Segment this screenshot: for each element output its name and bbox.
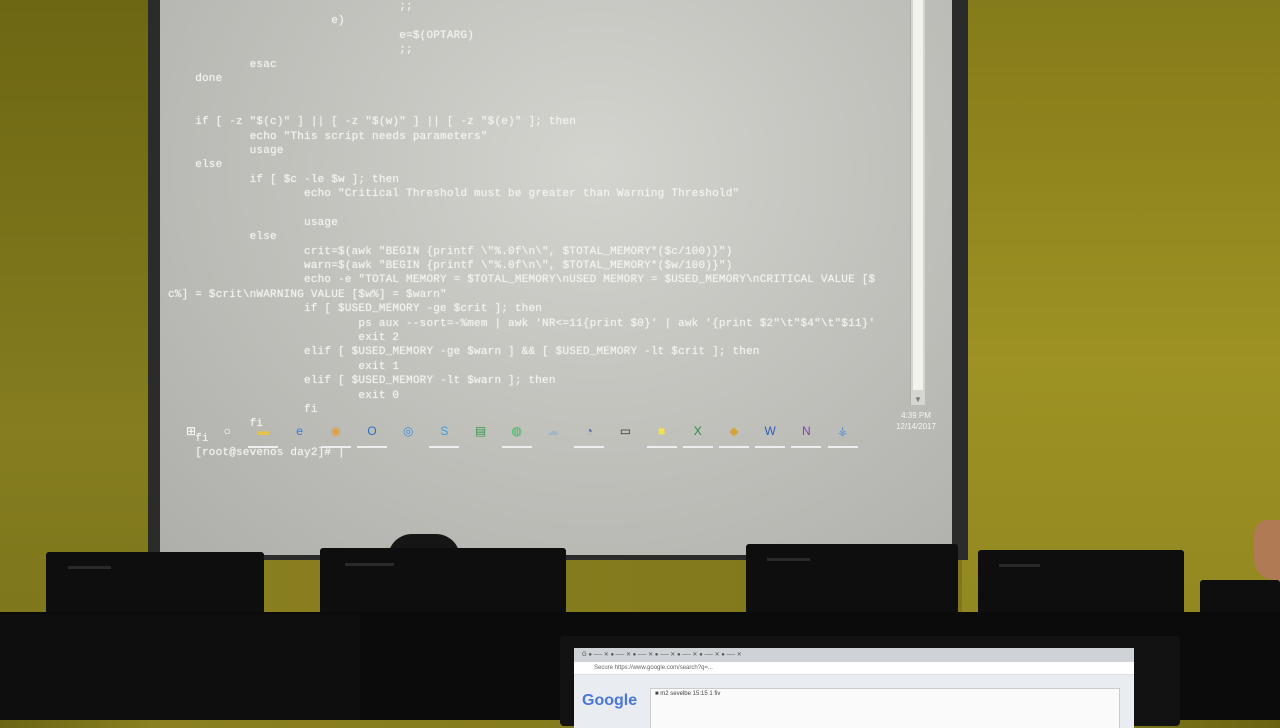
onenote-glyph: N [802,424,811,438]
terminal-line: if [ -z "$(c)" ] || [ -z "$(w)" ] || [ -… [168,116,577,129]
spotify-glyph: ◍ [511,424,523,438]
visio-glyph: ◆ [729,424,739,438]
terminal-line: else [168,231,277,244]
terminal-output[interactable]: ;; e) e=$(OPTARG) ;; esac done if [ -z "… [168,0,928,459]
sticky-notes-icon[interactable]: ■ [646,420,677,448]
onenote-icon[interactable]: N [791,420,822,448]
chat-glyph: ◎ [402,424,414,438]
cloud-glyph: ☁ [547,424,559,438]
network-icon[interactable]: ⚶ [827,420,858,448]
terminal-line: e) [168,15,345,28]
browser-tabs[interactable]: G ● ── ✕ ● ── ✕ ● ── ✕ ● ── ✕ ● ── ✕ ● ─… [574,648,1134,662]
scrollbar-thumb[interactable] [913,0,923,390]
terminal-glyph: ▭ [619,424,632,438]
excel-icon[interactable]: X [682,420,713,448]
classroom-monitor [746,544,958,614]
taskbar-clock[interactable]: 4:39 PM 12/14/2017 [886,410,946,432]
outlook-icon[interactable]: O [357,420,387,448]
scroll-down-arrow-icon[interactable]: ▼ [913,395,923,405]
file-explorer-glyph: ▬ [257,424,270,438]
terminal-line: ;; [168,44,413,57]
skype-icon[interactable]: S [429,420,460,448]
chrome-glyph: ◉ [330,424,342,438]
excel-glyph: X [693,424,702,438]
network-glyph: ⚶ [837,424,848,438]
projector-screen: ;; e) e=$(OPTARG) ;; esac done if [ -z "… [160,0,952,555]
terminal-line: exit 1 [168,360,400,373]
laptop-popup-window: ■ m2 sevelbe 15:15 1 fiv [650,688,1120,728]
windows-taskbar: 4:39 PM 12/14/2017 ⊞ ○ ▬ e ◉ O ◎ S ▤ ◍ ☁ ◔ ▭ ■ X ◆ W N ⚶ [160,411,952,450]
skype-glyph: S [440,424,449,438]
edge-icon[interactable]: e [289,420,311,442]
google-logo: Google [582,692,638,709]
terminal-line: crit=$(awk "BEGIN {printf \"%.0f\n\", $T… [168,245,733,258]
clock-date: 12/14/2017 [895,422,937,431]
laptop: G ● ── ✕ ● ── ✕ ● ── ✕ ● ── ✕ ● ── ✕ ● ─… [560,636,1180,728]
terminal-line: ;; [168,1,413,13]
outlook-glyph: O [367,424,377,438]
clock-time: 4:39 PM [901,411,931,420]
terminal-line: usage [168,216,339,229]
person-partial [1254,520,1280,580]
terminal-line: echo "Critical Threshold must be greater… [168,188,740,201]
vpn-lock-icon[interactable]: ◔ [574,420,605,448]
terminal-scrollbar[interactable]: ▼ [910,0,925,405]
windows-start-glyph: ⊞ [185,424,197,438]
terminal-line: e=$(OPTARG) [168,29,475,42]
foreground-monitor [0,614,360,720]
edge-glyph: e [296,424,303,438]
terminal-line: elif [ $USED_MEMORY -lt $warn ]; then [168,375,556,388]
spotify-icon[interactable]: ◍ [501,420,532,448]
terminal-line: echo -e "TOTAL MEMORY = $TOTAL_MEMORY\nU… [168,274,876,287]
file-explorer-icon[interactable]: ▬ [248,420,279,448]
cortana-glyph: ○ [223,424,231,438]
visio-icon[interactable]: ◆ [719,420,749,448]
terminal-line: done [168,72,223,85]
terminal-line: ps aux --sort=-%mem | awk 'NR<=11{print … [168,317,876,330]
terminal-line: esac [168,58,277,71]
terminal-line: elif [ $USED_MEMORY -ge $warn ] && [ $US… [168,346,760,359]
word-icon[interactable]: W [755,420,786,448]
word-glyph: W [764,424,776,438]
terminal-line: exit 2 [168,331,400,344]
terminal-line: else [168,159,223,172]
terminal-icon[interactable]: ▭ [614,420,636,442]
chat-icon[interactable]: ◎ [397,420,419,442]
terminal-line: echo "This script needs parameters" [168,130,488,143]
sticky-app-icon[interactable]: ▤ [470,420,492,442]
sticky-app-glyph: ▤ [474,424,487,438]
cortana-icon[interactable]: ○ [216,420,238,442]
laptop-screen: G ● ── ✕ ● ── ✕ ● ── ✕ ● ── ✕ ● ── ✕ ● ─… [574,648,1134,728]
vpn-lock-glyph: ◔ [585,424,593,438]
terminal-line: warn=$(awk "BEGIN {printf \"%.0f\n\", $T… [168,260,733,273]
cloud-icon[interactable]: ☁ [542,420,564,442]
terminal-line: if [ $USED_MEMORY -ge $crit ]; then [168,303,543,316]
terminal-line: usage [168,144,284,157]
terminal-line: if [ $c -le $w ]; then [168,173,400,186]
terminal-line: exit 0 [168,389,400,402]
chrome-icon[interactable]: ◉ [320,420,351,448]
browser-address-bar[interactable]: Secure https://www.google.com/search?q=.… [574,662,1134,675]
terminal-line: c%] = $crit\nWARNING VALUE [$w%] = $warn… [168,288,447,301]
sticky-notes-glyph: ■ [657,424,666,438]
classroom-monitor [978,550,1184,620]
classroom-monitor [320,548,566,622]
windows-start-icon[interactable]: ⊞ [180,420,202,442]
